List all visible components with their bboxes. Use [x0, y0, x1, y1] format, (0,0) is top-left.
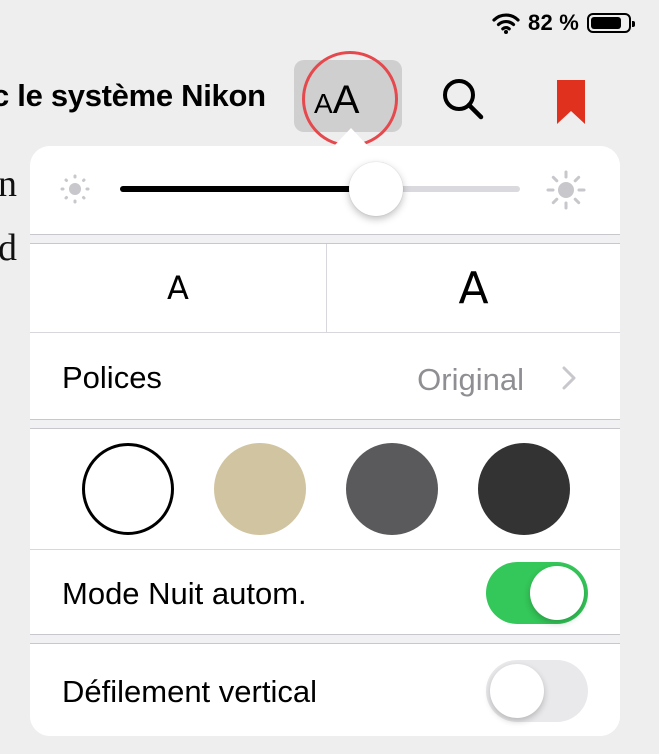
- brightness-slider-fill: [120, 186, 376, 192]
- fonts-label: Polices: [62, 360, 162, 395]
- brightness-slider[interactable]: [120, 162, 520, 216]
- page-text-line: d: [0, 227, 17, 269]
- theme-night-button[interactable]: [478, 443, 570, 535]
- increase-font-button[interactable]: A: [327, 244, 620, 332]
- brightness-slider-thumb[interactable]: [349, 162, 403, 216]
- section-separator: [30, 634, 620, 644]
- wifi-icon: [492, 13, 520, 34]
- brightness-low-icon: [60, 174, 90, 204]
- theme-white-button[interactable]: [82, 443, 174, 535]
- decrease-font-button[interactable]: A: [30, 244, 326, 332]
- theme-row: [30, 429, 620, 549]
- battery-percentage: 82 %: [528, 10, 579, 35]
- bookmark-icon[interactable]: [554, 80, 588, 124]
- toggle-knob: [490, 664, 544, 718]
- auto-night-label: Mode Nuit autom.: [62, 576, 307, 611]
- book-title: c le système Nikon: [0, 78, 266, 113]
- page-text-line: n: [0, 163, 17, 205]
- section-separator: [30, 419, 620, 429]
- font-size-row: A A: [30, 244, 620, 332]
- toggle-knob: [530, 566, 584, 620]
- section-separator: [30, 234, 620, 244]
- search-icon[interactable]: [440, 76, 486, 122]
- fonts-value: Original: [417, 362, 524, 397]
- fonts-row[interactable]: Polices Original: [30, 333, 620, 419]
- vertical-scroll-row: Défilement vertical: [30, 644, 620, 736]
- theme-gray-button[interactable]: [346, 443, 438, 535]
- chevron-right-icon: [562, 366, 576, 390]
- brightness-high-icon: [546, 170, 586, 210]
- auto-night-row: Mode Nuit autom.: [30, 550, 620, 634]
- theme-sepia-button[interactable]: [214, 443, 306, 535]
- auto-night-toggle[interactable]: [486, 562, 588, 624]
- status-bar: 82 %: [492, 8, 635, 38]
- brightness-row: [30, 146, 620, 234]
- vertical-scroll-label: Défilement vertical: [62, 674, 317, 709]
- battery-icon: [587, 13, 635, 33]
- vertical-scroll-toggle[interactable]: [486, 660, 588, 722]
- popover-arrow: [334, 128, 368, 146]
- appearance-popover: A A Polices Original Mode Nuit autom. Dé…: [30, 146, 620, 736]
